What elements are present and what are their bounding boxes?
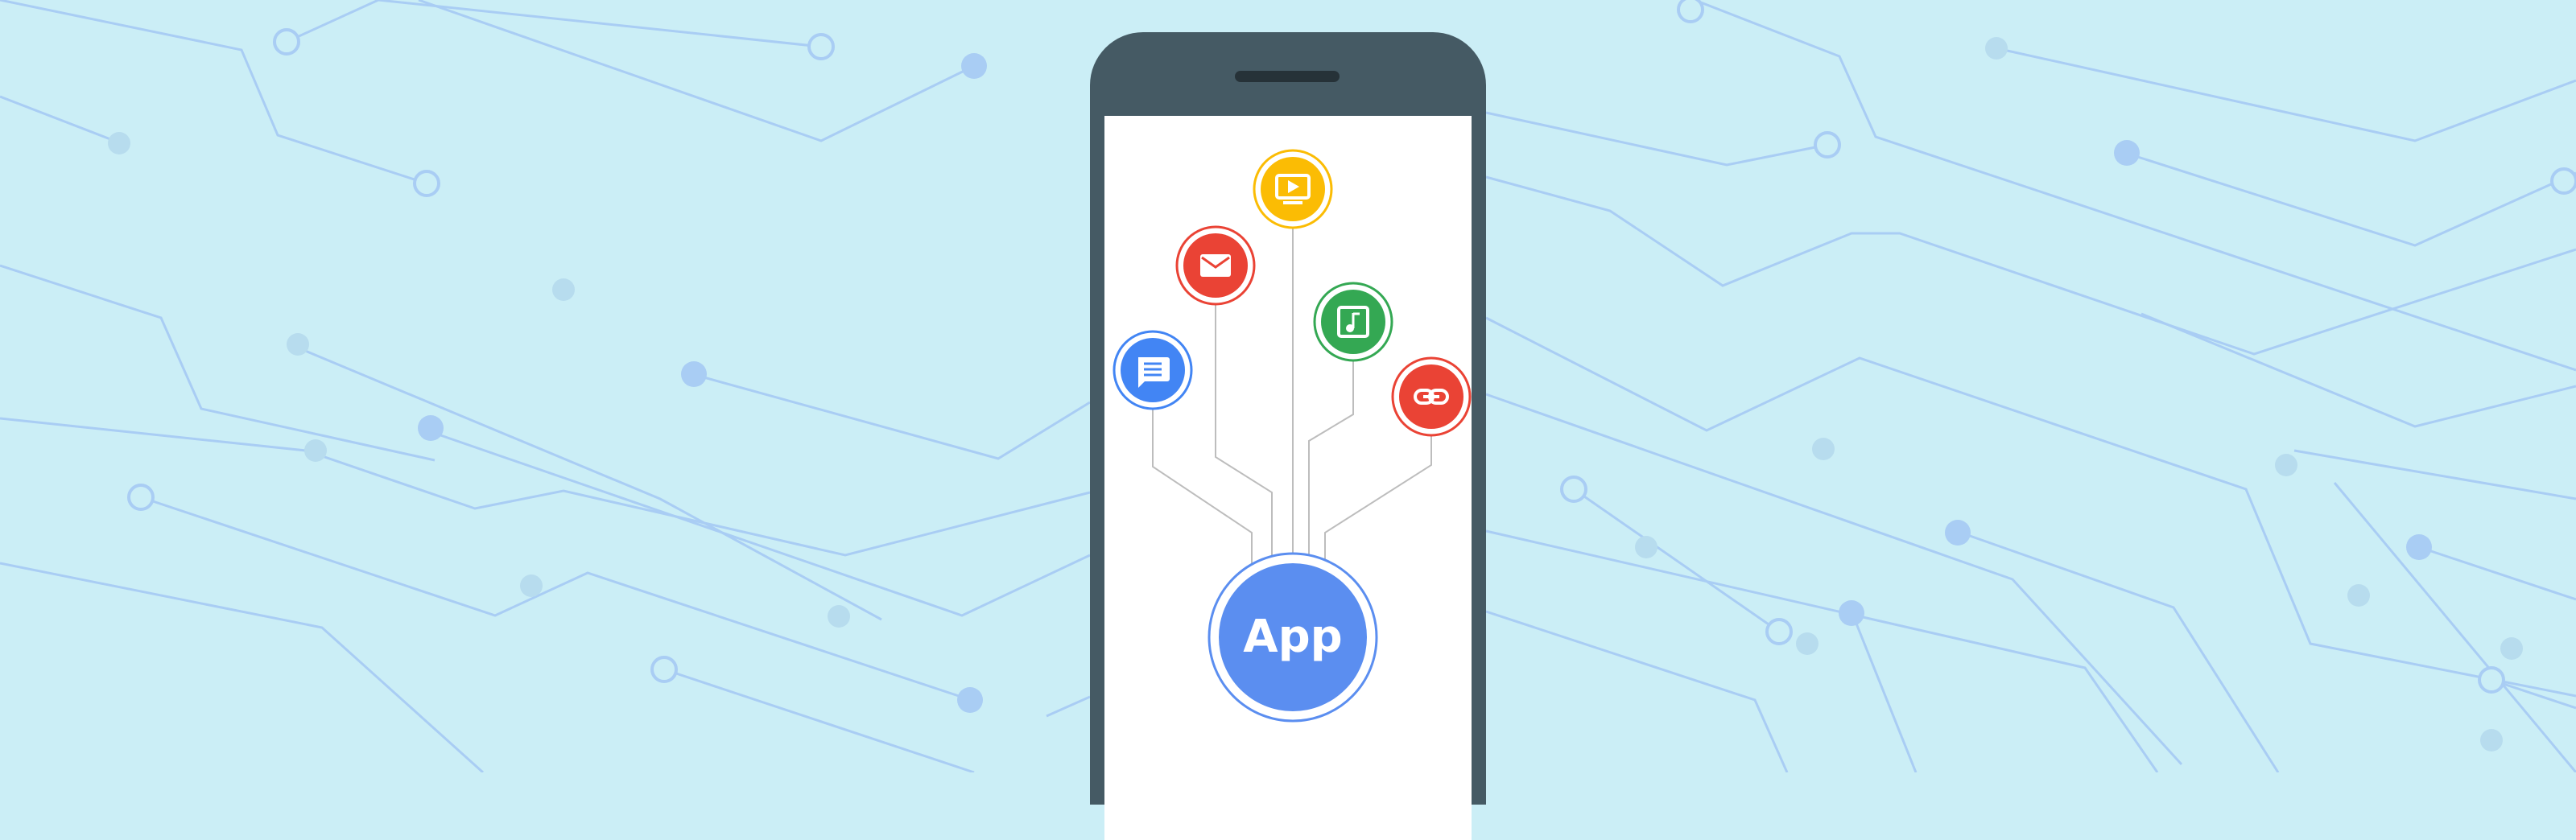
- message-icon[interactable]: [1113, 330, 1193, 410]
- music-icon[interactable]: [1313, 282, 1393, 362]
- mail-icon[interactable]: [1175, 225, 1256, 306]
- video-player-icon[interactable]: [1253, 149, 1333, 229]
- link-icon[interactable]: [1391, 356, 1472, 437]
- app-label: App: [1243, 611, 1343, 663]
